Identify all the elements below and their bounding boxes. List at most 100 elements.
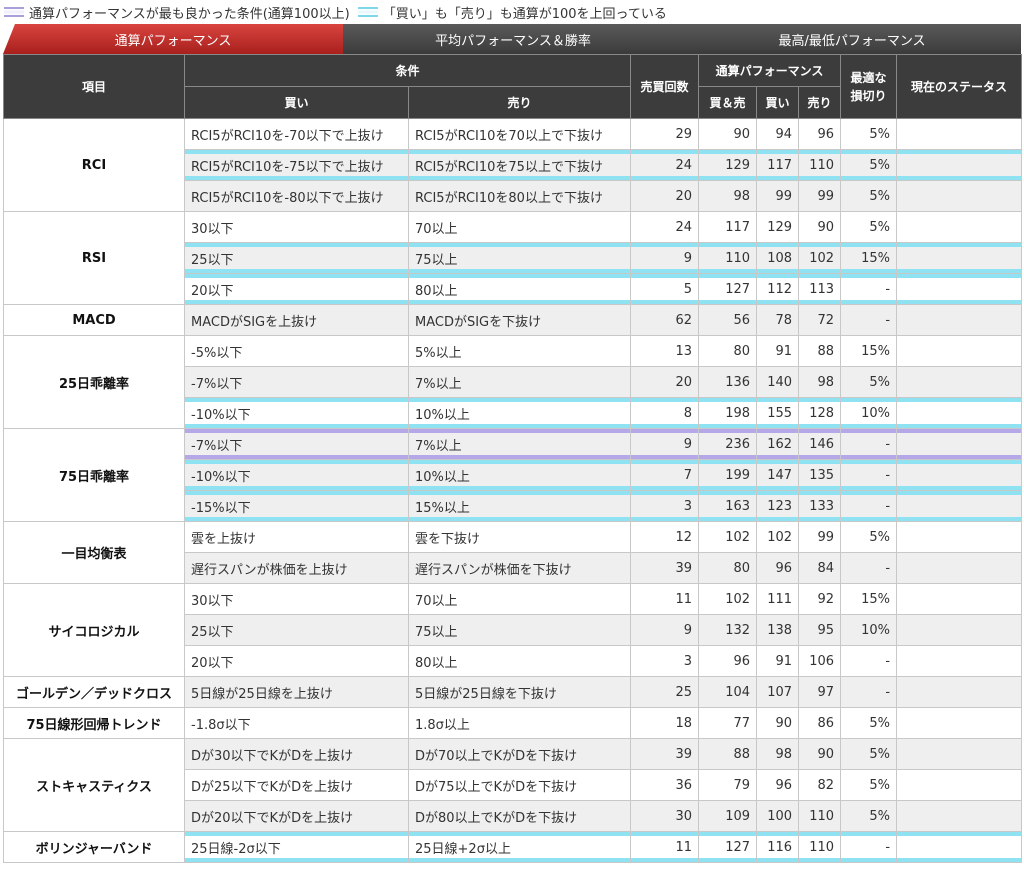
indicator-name: MACD [3,304,185,336]
legend-item-both-over: 「買い」も「売り」も通算が100を上回っている [357,3,667,22]
header-trades: 売買回数 [630,54,700,119]
indicator-name: ストキャスティクス [3,738,185,832]
current-status [896,335,1023,367]
trade-count: 11 [630,831,700,863]
trade-count: 9 [630,242,700,274]
stoploss: - [840,304,898,336]
current-status [896,180,1023,212]
stoploss: 5% [840,769,898,801]
trade-count: 9 [630,614,700,646]
perf-both: 96 [698,645,758,677]
table-row: RSI 30以下 70以上 24 117 129 90 5% [3,211,1023,305]
stoploss: - [840,645,898,677]
perf-both: 80 [698,552,758,584]
header-perf-buy: 買い [756,86,800,119]
indicator-name: サイコロジカル [3,583,185,677]
stoploss: 5% [840,211,898,243]
perf-sell: 98 [798,366,842,398]
current-status [896,459,1023,491]
sell-condition: 遅行スパンが株価を下抜け [407,552,632,584]
trade-count: 30 [630,800,700,832]
perf-both: 132 [698,614,758,646]
sell-condition: RCI5がRCI10を75以上で下抜け [407,149,632,181]
buy-condition: -10%以下 [184,397,409,429]
perf-sell: 96 [798,118,842,150]
sell-condition: 75以上 [407,242,632,274]
buy-condition: RCI5がRCI10を-80以下で上抜け [184,180,409,212]
stoploss: - [840,273,898,305]
legend-label-both-over: 「買い」も「売り」も通算が100を上回っている [382,6,667,22]
header-status: 現在のステータス [896,54,1023,119]
sell-condition: RCI5がRCI10を80以上で下抜け [407,180,632,212]
indicator-name: 一目均衡表 [3,521,185,584]
buy-condition: 20以下 [184,273,409,305]
buy-condition: RCI5がRCI10を-70以下で上抜け [184,118,409,150]
perf-both: 104 [698,676,758,708]
sell-condition: 80以上 [407,273,632,305]
legend: 通算パフォーマンスが最も良かった条件(通算100以上) 「買い」も「売り」も通算… [0,0,1024,24]
perf-buy: 107 [756,676,800,708]
perf-both: 127 [698,273,758,305]
sell-condition: Dが80以上でKがDを下抜け [407,800,632,832]
tab-bar: 通算パフォーマンス 平均パフォーマンス＆勝率 最高/最低パフォーマンス [0,24,1024,54]
current-status [896,118,1023,150]
perf-buy: 94 [756,118,800,150]
trade-count: 3 [630,645,700,677]
header-perf-sell: 売り [798,86,842,119]
perf-both: 163 [698,490,758,522]
trade-count: 24 [630,149,700,181]
buy-condition: 20以下 [184,645,409,677]
perf-both: 110 [698,242,758,274]
trade-count: 11 [630,583,700,615]
current-status [896,428,1023,460]
current-status [896,831,1023,863]
perf-sell: 97 [798,676,842,708]
perf-both: 56 [698,304,758,336]
buy-condition: -7%以下 [184,428,409,460]
table-row: ゴールデン／デッドクロス 5日線が25日線を上抜け 5日線が25日線を下抜け 25 10… [3,676,1023,708]
perf-buy: 96 [756,769,800,801]
tab-total-performance[interactable]: 通算パフォーマンス [3,24,343,54]
perf-both: 102 [698,521,758,553]
current-status [896,397,1023,429]
perf-both: 77 [698,707,758,739]
current-status [896,645,1023,677]
sell-condition: MACDがSIGを下抜け [407,304,632,336]
perf-buy: 102 [756,521,800,553]
buy-condition: Dが30以下でKがDを上抜け [184,738,409,770]
header-performance: 通算パフォーマンス [698,54,842,87]
buy-condition: -1.8σ以下 [184,707,409,739]
tab-average-performance[interactable]: 平均パフォーマンス＆勝率 [343,24,683,54]
perf-buy: 147 [756,459,800,491]
trade-count: 29 [630,118,700,150]
trade-count: 20 [630,180,700,212]
stoploss: 15% [840,242,898,274]
buy-condition: 30以下 [184,211,409,243]
indicator-name: RSI [3,211,185,305]
perf-both: 98 [698,180,758,212]
trade-count: 12 [630,521,700,553]
perf-sell: 99 [798,180,842,212]
purple-highlight-swatch-icon [4,7,24,17]
sell-condition: 7%以上 [407,428,632,460]
trade-count: 18 [630,707,700,739]
table-row: ボリンジャーバンド 25日線-2σ以下 25日線+2σ以上 11 127 116 110- [3,831,1023,863]
perf-buy: 116 [756,831,800,863]
sell-condition: 80以上 [407,645,632,677]
trade-count: 62 [630,304,700,336]
perf-both: 79 [698,769,758,801]
header-buy: 買い [184,86,409,119]
buy-condition: -10%以下 [184,459,409,491]
sell-condition: RCI5がRCI10を70以上で下抜け [407,118,632,150]
trade-count: 3 [630,490,700,522]
buy-condition: Dが20以下でKがDを上抜け [184,800,409,832]
sell-condition: 5日線が25日線を下抜け [407,676,632,708]
table-row: サイコロジカル 30以下 70以上 11 102 111 92 15% [3,583,1023,677]
tab-max-min-performance[interactable]: 最高/最低パフォーマンス [683,24,1021,54]
perf-buy: 117 [756,149,800,181]
perf-buy: 138 [756,614,800,646]
current-status [896,552,1023,584]
stoploss: 5% [840,366,898,398]
buy-condition: -7%以下 [184,366,409,398]
header-perf-both: 買＆売 [698,86,758,119]
